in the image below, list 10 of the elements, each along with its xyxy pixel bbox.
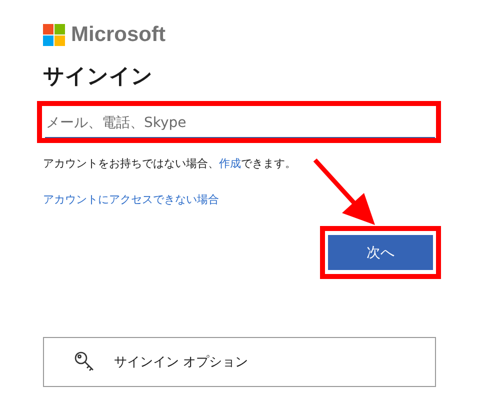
sign-in-options-button[interactable]: サインイン オプション xyxy=(43,337,436,387)
next-button[interactable]: 次へ xyxy=(328,235,433,270)
create-link[interactable]: 作成 xyxy=(219,157,241,170)
logo-text: Microsoft xyxy=(71,23,166,47)
page-heading: サインイン xyxy=(43,63,154,90)
key-icon xyxy=(74,351,96,373)
no-account-text: アカウントをお持ちではない場合、作成できます。 xyxy=(43,156,297,172)
cannot-access-link[interactable]: アカウントにアクセスできない場合 xyxy=(43,192,219,208)
logo-icon xyxy=(43,24,65,46)
email-field[interactable]: メール、電話、Skype xyxy=(45,109,435,138)
